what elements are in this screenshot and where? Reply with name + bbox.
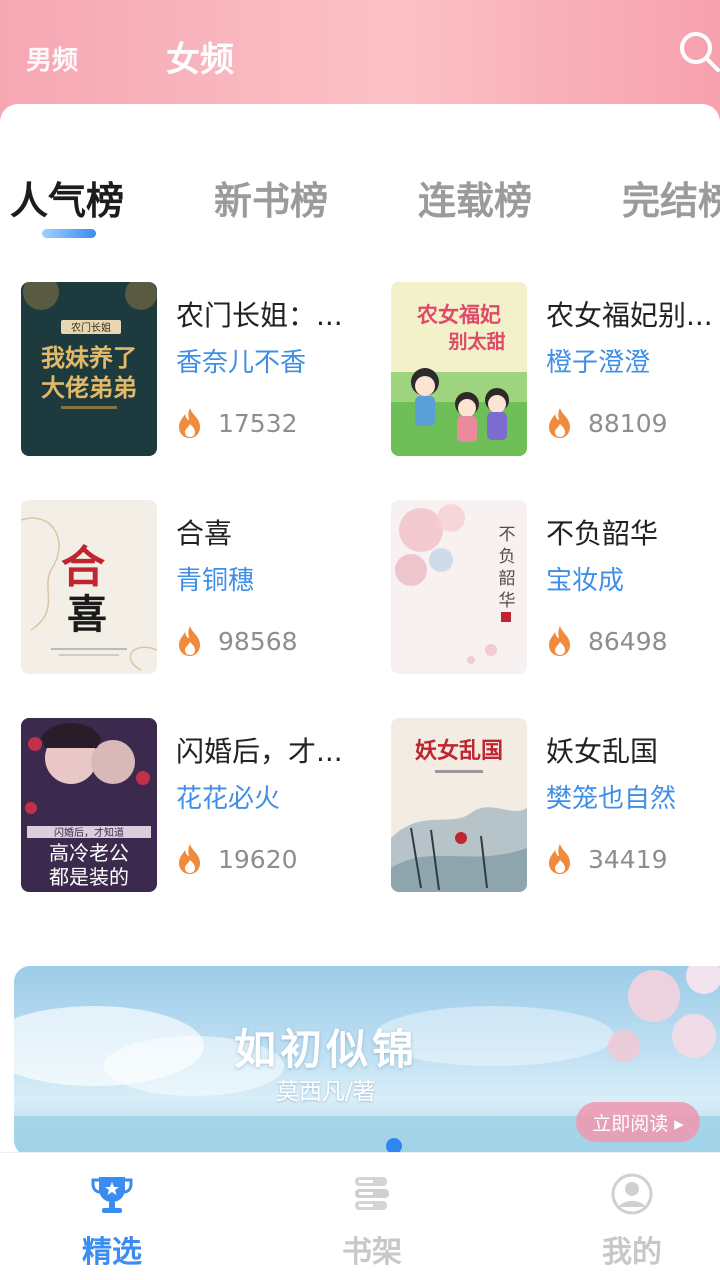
book-cover[interactable]: 农门长姐 我妹养了 大佬弟弟 [21, 282, 157, 456]
cover-title-line: 都是装的 [49, 865, 129, 889]
book-cover[interactable]: 闪婚后，才知道 高冷老公 都是装的 [21, 718, 157, 892]
nav-label: 我的 [602, 1235, 662, 1270]
profile-icon [611, 1173, 653, 1215]
heat-value: 19620 [218, 844, 298, 874]
book-card[interactable]: 农女福妃 别太甜 农女福妃别... 橙子澄澄 88109 [391, 282, 720, 458]
heat-value: 17532 [218, 408, 298, 438]
book-title: 不负韶华 [546, 517, 659, 550]
heat-count: 34419 [546, 842, 668, 876]
cover-title-line: 不 [499, 525, 516, 545]
banner-author: 莫西凡/著 [276, 1079, 376, 1105]
heat-value: 86498 [588, 626, 668, 656]
book-card[interactable]: 农门长姐 我妹养了 大佬弟弟 农门长姐：... 香奈儿不香 17532 [21, 282, 351, 458]
fire-icon [549, 626, 570, 656]
nav-label: 书架 [342, 1235, 402, 1270]
search-icon[interactable] [678, 28, 720, 76]
book-cover[interactable]: 农女福妃 别太甜 [391, 282, 527, 456]
tab-male-channel[interactable]: 男频 [26, 40, 78, 77]
promo-banner[interactable]: 如初似锦 莫西凡/著 立即阅读 ▸ [14, 966, 720, 1156]
tab-female-channel[interactable]: 女频 [166, 32, 234, 81]
heat-count: 17532 [176, 406, 298, 440]
cover-title-line: 华 [499, 591, 516, 611]
tab-serializing-rank[interactable]: 连载榜 [418, 170, 532, 225]
read-now-button[interactable]: 立即阅读 ▸ [576, 1102, 700, 1142]
banner-title: 如初似锦 [234, 1025, 419, 1074]
book-author[interactable]: 花花必火 [176, 778, 351, 815]
cover-caption: 农门长姐 [71, 321, 111, 334]
book-cover[interactable]: 不 负 韶 华 [391, 500, 527, 674]
cover-title-line: 喜 [67, 591, 107, 638]
heat-value: 34419 [588, 844, 668, 874]
book-title: 妖女乱国 [546, 735, 659, 768]
book-card[interactable]: 不 负 韶 华 不负韶华 宝妆成 86498 [391, 500, 720, 676]
heat-count: 98568 [176, 624, 298, 658]
nav-label: 精选 [82, 1235, 142, 1270]
cover-title-line: 别太甜 [447, 330, 505, 353]
book-title: 农女福妃别... [546, 299, 713, 332]
fire-icon [179, 844, 200, 874]
cover-title-line: 高冷老公 [49, 841, 129, 865]
bottom-nav: 精选 书架 我的 [0, 1152, 720, 1280]
cover-title-line: 韶 [499, 569, 516, 589]
book-author[interactable]: 橙子澄澄 [546, 342, 720, 379]
nav-bookshelf[interactable]: 书架 [302, 1171, 442, 1271]
book-card[interactable]: 闪婚后，才知道 高冷老公 都是装的 闪婚后，才... 花花必火 19620 [21, 718, 351, 894]
heat-count: 86498 [546, 624, 668, 658]
top-header: 男频 女频 [0, 0, 720, 120]
fire-icon [549, 408, 570, 438]
book-author[interactable]: 樊笼也自然 [546, 778, 720, 815]
cover-title-line: 我妹养了 [41, 344, 137, 372]
cover-title-line: 妖女乱国 [415, 738, 503, 764]
book-card[interactable]: 合 喜 合喜 青铜穗 98568 [21, 500, 351, 676]
nav-featured[interactable]: 精选 [42, 1171, 182, 1271]
rank-tabs: 人气榜 新书榜 连载榜 完结榜 [0, 170, 720, 250]
fire-icon [179, 626, 200, 656]
bookshelf-icon [355, 1177, 389, 1210]
book-author[interactable]: 香奈儿不香 [176, 342, 351, 379]
book-title: 合喜 [176, 517, 233, 550]
fire-icon [549, 844, 570, 874]
cover-title-line: 合 [61, 542, 105, 593]
cover-caption: 闪婚后，才知道 [54, 826, 124, 839]
book-author[interactable]: 青铜穗 [176, 560, 351, 597]
tab-completed-rank[interactable]: 完结榜 [622, 170, 720, 225]
fire-icon [179, 408, 200, 438]
tab-new-books-rank[interactable]: 新书榜 [214, 170, 328, 225]
book-author[interactable]: 宝妆成 [546, 560, 720, 597]
active-tab-indicator [42, 229, 96, 238]
cover-title-line: 大佬弟弟 [41, 374, 137, 402]
book-title: 农门长姐：... [176, 299, 343, 332]
nav-profile[interactable]: 我的 [562, 1171, 702, 1271]
cover-title-line: 农女福妃 [416, 303, 501, 327]
book-cover[interactable]: 合 喜 [21, 500, 157, 674]
book-card[interactable]: 妖女乱国 妖女乱国 樊笼也自然 34419 [391, 718, 720, 894]
heat-value: 98568 [218, 626, 298, 656]
heat-count: 19620 [176, 842, 298, 876]
heat-value: 88109 [588, 408, 668, 438]
book-cover[interactable]: 妖女乱国 [391, 718, 527, 892]
tab-popularity-rank[interactable]: 人气榜 [10, 170, 124, 225]
trophy-icon [91, 1177, 133, 1213]
heat-count: 88109 [546, 406, 668, 440]
cover-title-line: 负 [499, 547, 516, 567]
book-title: 闪婚后，才... [176, 735, 343, 768]
